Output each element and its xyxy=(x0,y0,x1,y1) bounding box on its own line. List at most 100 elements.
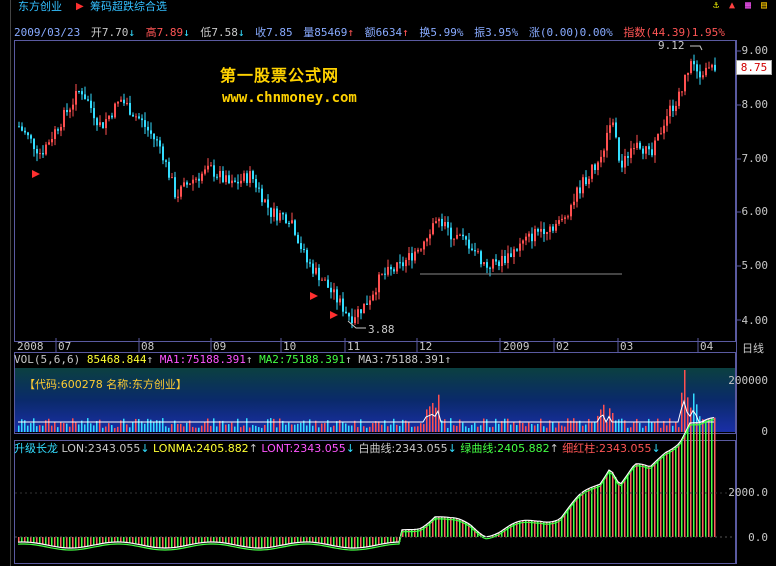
candle-body xyxy=(582,177,584,194)
candle-body xyxy=(699,71,701,78)
indicator-bar xyxy=(21,537,23,543)
candle-body xyxy=(363,303,365,314)
indicator-bar xyxy=(576,498,578,537)
volume-bar xyxy=(342,422,344,432)
volume-arrow-icon: ↑ xyxy=(146,353,154,366)
time-axis-label: 08 xyxy=(141,340,155,353)
candle-body xyxy=(501,255,503,267)
volume-bar xyxy=(393,418,395,432)
volume-bar xyxy=(111,425,113,432)
indicator-title[interactable]: 升级长龙 xyxy=(14,442,58,455)
candle-body xyxy=(114,103,116,118)
candle-body xyxy=(162,146,164,161)
candle-body xyxy=(72,104,74,110)
indicator-bar xyxy=(441,516,443,537)
candle-body xyxy=(111,115,113,118)
candle-body xyxy=(573,201,575,206)
volume-bar xyxy=(657,418,659,432)
candle-body xyxy=(525,236,527,241)
candle-body xyxy=(483,262,485,265)
candle-body xyxy=(258,187,260,189)
indicator-bar xyxy=(267,537,269,548)
chart-canvas[interactable] xyxy=(0,0,776,566)
candle-body xyxy=(495,259,497,262)
indicator-bar xyxy=(636,463,638,537)
candle-body xyxy=(282,213,284,215)
indicator-bar xyxy=(666,452,668,537)
volume-bar xyxy=(333,425,335,432)
volume-bar xyxy=(132,421,134,432)
indicator-bar xyxy=(627,475,629,537)
candle-body xyxy=(237,181,239,184)
indicator-bar xyxy=(66,537,68,548)
candle-body xyxy=(468,239,470,249)
indicator-bar xyxy=(330,537,332,546)
candle-body xyxy=(198,178,200,181)
candle-body xyxy=(93,108,95,119)
volume-bar xyxy=(489,427,491,432)
candle-body xyxy=(39,153,41,155)
volume-title[interactable]: VOL(5,6,6) xyxy=(14,353,80,366)
volume-bar xyxy=(387,426,389,432)
indicator-bar xyxy=(147,537,149,547)
candle-body xyxy=(471,248,473,251)
candle-body xyxy=(204,169,206,174)
volume-bar xyxy=(648,418,650,432)
candle-body xyxy=(33,138,35,150)
indicator-bar xyxy=(558,519,560,537)
volume-bar xyxy=(555,427,557,432)
green-curve-value: 绿曲线:2405.882 xyxy=(460,442,550,455)
price-axis-label: 8.00 xyxy=(741,98,769,111)
candle-body xyxy=(675,105,677,112)
volume-bar xyxy=(288,422,290,432)
period-selector[interactable]: 日线 xyxy=(742,340,764,356)
candle-body xyxy=(192,179,194,184)
volume-bar xyxy=(297,423,299,432)
indicator-bar xyxy=(579,495,581,537)
volume-bar xyxy=(285,424,287,432)
volume-bar xyxy=(480,425,482,432)
indicator-bar xyxy=(654,463,656,537)
indicator-bar xyxy=(156,537,158,548)
volume-ma3: MA3:75188.391 xyxy=(358,353,445,366)
indicator-bar xyxy=(351,537,353,548)
indicator-bar xyxy=(306,537,308,543)
indicator-bar xyxy=(669,450,671,537)
indicator-bar xyxy=(633,466,635,537)
volume-bar xyxy=(444,419,446,432)
volume-bar xyxy=(105,426,107,432)
volume-bar xyxy=(492,426,494,432)
time-axis-label: 2009 xyxy=(503,340,530,353)
candle-body xyxy=(96,118,98,126)
volume-bar xyxy=(51,425,53,432)
time-axis-label: 07 xyxy=(58,340,72,353)
indicator-bar xyxy=(396,537,398,543)
indicator-bar xyxy=(90,537,92,546)
indicator-bar xyxy=(702,421,704,537)
volume-bar xyxy=(246,418,248,432)
candle-body xyxy=(558,220,560,224)
candle-body xyxy=(393,269,395,272)
indicator-bar xyxy=(639,463,641,537)
indicator-bar xyxy=(27,537,29,543)
candlestick-series xyxy=(18,54,716,329)
candle-body xyxy=(153,133,155,140)
indicator-bar xyxy=(624,479,626,537)
volume-bar xyxy=(585,424,587,432)
candle-body xyxy=(630,148,632,158)
volume-axis-label: 0 xyxy=(761,425,768,438)
red-bar-value: 细红柱:2343.055 xyxy=(562,442,652,455)
indicator-bar xyxy=(678,444,680,537)
volume-bar xyxy=(372,423,374,432)
volume-bar xyxy=(198,427,200,432)
indicator-bar xyxy=(705,420,707,537)
candle-body xyxy=(54,129,56,139)
volume-bar xyxy=(501,421,503,432)
candle-body xyxy=(84,94,86,100)
indicator-bar xyxy=(684,435,686,537)
volume-bar xyxy=(645,425,647,432)
candle-body xyxy=(216,176,218,178)
candle-body xyxy=(450,227,452,240)
high-price-label: 9.12 xyxy=(658,39,685,52)
volume-bar xyxy=(429,406,431,432)
